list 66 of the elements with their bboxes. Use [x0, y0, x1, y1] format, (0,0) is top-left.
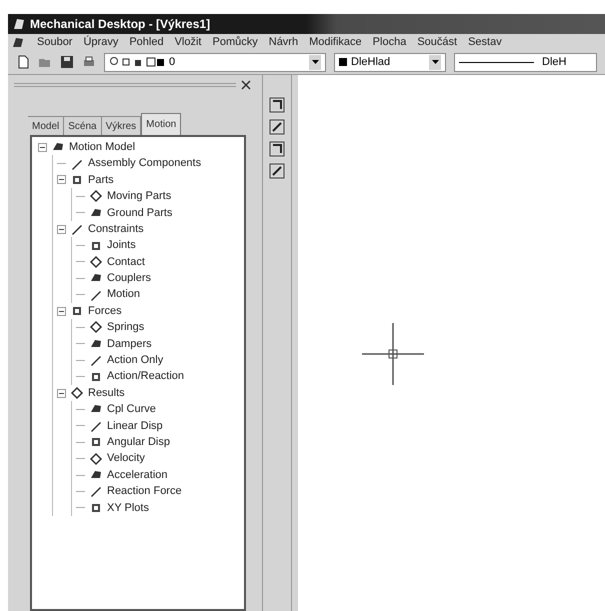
node-icon	[89, 320, 103, 334]
collapse-toggle[interactable]	[57, 175, 66, 184]
collapse-toggle[interactable]	[57, 306, 66, 316]
layer-dropdown[interactable]: 0	[104, 52, 326, 72]
color-swatch	[339, 58, 347, 66]
node-icon	[70, 386, 84, 400]
tree-item[interactable]: Dampers	[107, 336, 152, 352]
tree-item[interactable]: Acceleration	[107, 466, 168, 484]
menu-item[interactable]: Soubor	[37, 34, 72, 50]
tool-icon[interactable]	[269, 141, 285, 157]
tree-item[interactable]: Contact	[107, 254, 145, 270]
tree-item[interactable]: Angular Disp	[107, 434, 170, 450]
layer-name: 0	[169, 54, 176, 70]
menu-item[interactable]: Sestav	[468, 34, 502, 50]
menu-item[interactable]: Pomůcky	[212, 34, 258, 50]
tree-item[interactable]: Results	[88, 384, 125, 402]
tree-item[interactable]: XY Plots	[107, 500, 149, 516]
node-icon	[89, 484, 103, 498]
node-icon	[89, 254, 103, 269]
menu-item[interactable]: Pohled	[129, 34, 164, 50]
tool-icon[interactable]	[269, 163, 285, 179]
node-icon	[89, 189, 103, 204]
tree-item[interactable]: Linear Disp	[107, 418, 163, 434]
node-icon	[70, 222, 84, 236]
tree-item[interactable]: Motion Model	[69, 138, 136, 156]
layer-state-icons	[109, 56, 165, 68]
tree-item[interactable]: Parts	[88, 172, 114, 188]
tree-item[interactable]: Reaction Force	[107, 483, 182, 500]
menu-item[interactable]: Součást	[417, 34, 458, 50]
tool-icon[interactable]	[269, 97, 285, 113]
tree-item[interactable]: Joints	[107, 237, 136, 254]
menu-item[interactable]: Plocha	[372, 34, 406, 50]
tree-item[interactable]: Ground Parts	[107, 204, 172, 222]
collapse-toggle[interactable]	[38, 142, 47, 152]
linetype-dropdown[interactable]: DleH	[454, 52, 597, 72]
tree-item[interactable]: Motion	[107, 286, 140, 303]
save-icon[interactable]	[60, 55, 74, 69]
tree-item[interactable]: Moving Parts	[107, 188, 172, 205]
menu-item[interactable]: Návrh	[268, 34, 298, 50]
collapse-toggle[interactable]	[57, 224, 66, 234]
menu-item[interactable]: Úpravy	[83, 34, 118, 50]
color-dropdown[interactable]: DleHlad	[334, 52, 446, 72]
linetype-name: DleH	[542, 54, 566, 70]
node-icon	[89, 353, 103, 368]
tree-item[interactable]: Springs	[107, 319, 144, 336]
new-file-icon[interactable]	[16, 55, 30, 69]
tree-item[interactable]: Action/Reaction	[107, 368, 184, 385]
collapse-toggle[interactable]	[57, 388, 66, 398]
menu-item[interactable]: Modifikace	[309, 34, 362, 50]
node-icon	[89, 452, 103, 466]
print-icon[interactable]	[82, 55, 96, 69]
tree-item[interactable]: Constraints	[88, 220, 144, 238]
color-name: DleHlad	[351, 54, 392, 70]
tool-icon[interactable]	[269, 119, 285, 135]
tree-item[interactable]: Cpl Curve	[107, 401, 156, 418]
tree-item[interactable]: Couplers	[107, 270, 152, 287]
menu-item[interactable]: Vložit	[174, 34, 202, 50]
tree-item[interactable]: Action Only	[107, 352, 164, 369]
window-title: Mechanical Desktop - [Výkres1]	[30, 16, 210, 33]
tree-item[interactable]: Forces	[88, 302, 122, 320]
crosshair-cursor-icon	[362, 323, 424, 385]
close-icon[interactable]	[240, 79, 252, 91]
panel-tab[interactable]: Motion	[141, 113, 182, 135]
tree-item[interactable]: Assembly Components	[88, 155, 202, 172]
tree-item[interactable]: Velocity	[107, 450, 145, 467]
app-icon	[12, 17, 26, 31]
